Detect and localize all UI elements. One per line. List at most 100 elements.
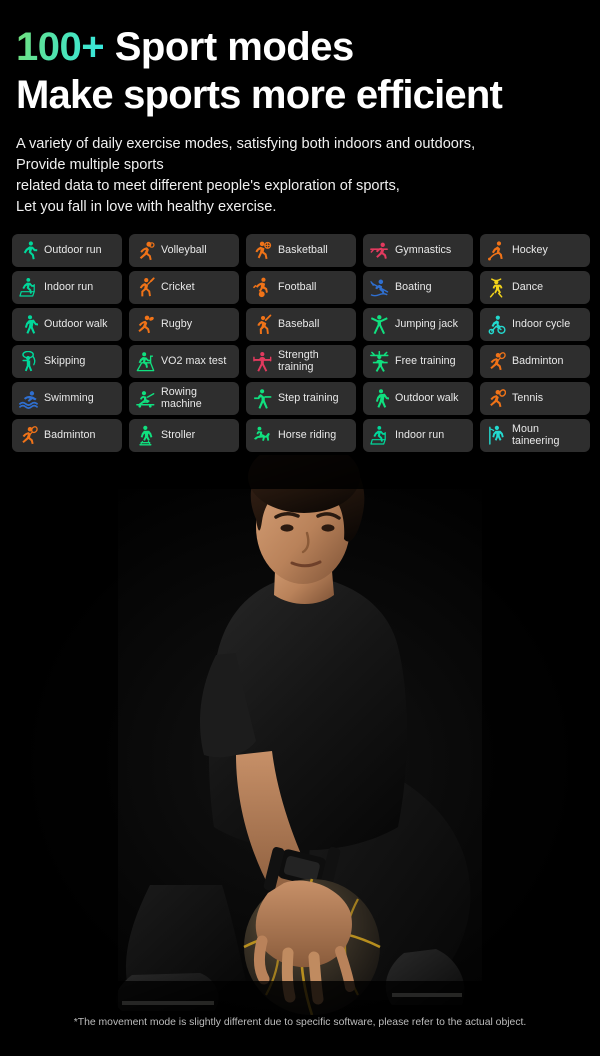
sport-mode-cell[interactable]: Indoor cycle	[480, 308, 590, 341]
walking-icon	[370, 388, 389, 409]
page-title: 100+ Sport modes	[16, 22, 586, 72]
strength-icon	[253, 351, 272, 372]
swimming-icon	[19, 388, 38, 409]
rowing-machine-icon	[136, 388, 155, 409]
cricket-icon	[136, 277, 155, 298]
free-training-icon	[370, 351, 389, 372]
sport-mode-cell[interactable]: Strength training	[246, 345, 356, 378]
sport-mode-cell[interactable]: Dance	[480, 271, 590, 304]
basketball-icon	[253, 240, 272, 261]
sport-mode-cell[interactable]: Badminton	[480, 345, 590, 378]
sport-mode-label: Indoor run	[44, 280, 94, 293]
sport-mode-cell[interactable]: Free training	[363, 345, 473, 378]
badminton-icon	[19, 425, 38, 446]
sport-mode-cell[interactable]: Outdoor walk	[363, 382, 473, 415]
sport-mode-label: Badminton	[44, 428, 96, 441]
indoor-cycle-icon	[487, 314, 506, 335]
sport-mode-label: Boating	[395, 280, 432, 293]
football-icon	[253, 277, 272, 298]
sport-mode-cell[interactable]: Outdoor walk	[12, 308, 122, 341]
sport-mode-label: Basketball	[278, 243, 328, 256]
page-title-rest: Sport modes	[114, 25, 354, 69]
sport-mode-cell[interactable]: Swimming	[12, 382, 122, 415]
step-training-icon	[253, 388, 272, 409]
disclaimer: *The movement mode is slightly different…	[73, 1017, 527, 1028]
sport-mode-cell[interactable]: Football	[246, 271, 356, 304]
sport-mode-label: Outdoor walk	[44, 317, 108, 330]
sport-mode-cell[interactable]: Basketball	[246, 234, 356, 267]
sport-mode-label: Stroller	[161, 428, 196, 441]
sport-mode-cell[interactable]: Badminton	[12, 419, 122, 452]
sport-mode-cell[interactable]: Moun taineering	[480, 419, 590, 452]
sport-mode-cell[interactable]: Skipping	[12, 345, 122, 378]
sport-mode-grid: Outdoor run Volleyball Basketball Gymnastic…	[12, 234, 590, 452]
sport-mode-label: Moun taineering	[512, 422, 560, 447]
sport-mode-cell[interactable]: Indoor run	[363, 419, 473, 452]
description: A variety of daily exercise modes, satis…	[16, 134, 586, 218]
sport-mode-label: Tennis	[512, 391, 544, 404]
sport-mode-cell[interactable]: Baseball	[246, 308, 356, 341]
rugby-icon	[136, 314, 155, 335]
vo2-max-icon	[136, 351, 155, 372]
volleyball-icon	[136, 240, 155, 261]
sport-mode-label: Indoor run	[395, 428, 445, 441]
sport-mode-cell[interactable]: Rugby	[129, 308, 239, 341]
sport-mode-label: Step training	[278, 391, 339, 404]
sport-mode-cell[interactable]: Indoor run	[12, 271, 122, 304]
sport-mode-label: Strength training	[278, 348, 319, 373]
sport-mode-label: Indoor cycle	[512, 317, 571, 330]
boating-icon	[370, 277, 389, 298]
sport-mode-cell[interactable]: Tennis	[480, 382, 590, 415]
sport-mode-cell[interactable]: Volleyball	[129, 234, 239, 267]
sport-mode-label: Horse riding	[278, 428, 337, 441]
sport-mode-label: Cricket	[161, 280, 195, 293]
walking-icon	[19, 314, 38, 335]
mountaineering-icon	[487, 425, 506, 446]
sport-mode-label: Badminton	[512, 354, 564, 367]
tennis-icon	[487, 388, 506, 409]
mode-count-highlight: 100+	[16, 25, 105, 69]
sport-mode-cell[interactable]: Outdoor run	[12, 234, 122, 267]
sport-mode-label: Dance	[512, 280, 544, 293]
stroller-walk-icon	[136, 425, 155, 446]
sport-mode-label: Baseball	[278, 317, 320, 330]
sport-mode-label: Swimming	[44, 391, 94, 404]
sport-modes-page: 100+ Sport modes Make sports more effici…	[0, 0, 600, 1056]
sport-mode-label: Free training	[395, 354, 456, 367]
dance-icon	[487, 277, 506, 298]
description-line-1: A variety of daily exercise modes, satis…	[16, 136, 476, 152]
description-line-2: Provide multiple sports	[16, 157, 164, 173]
sport-mode-cell[interactable]: Cricket	[129, 271, 239, 304]
description-line-4: Let you fall in love with healthy exerci…	[16, 199, 277, 215]
sport-mode-label: Outdoor run	[44, 243, 102, 256]
treadmill-icon	[19, 277, 38, 298]
sport-mode-cell[interactable]: Gymnastics	[363, 234, 473, 267]
athlete-photo	[0, 455, 600, 1015]
sport-mode-cell[interactable]: Rowing machine	[129, 382, 239, 415]
skipping-rope-icon	[19, 351, 38, 372]
sport-mode-cell[interactable]: Hockey	[480, 234, 590, 267]
description-line-3: related data to meet different people's …	[16, 178, 400, 194]
sport-mode-label: Rowing machine	[161, 385, 202, 410]
sport-mode-cell[interactable]: Horse riding	[246, 419, 356, 452]
sport-mode-cell[interactable]: VO2 max test	[129, 345, 239, 378]
sport-mode-cell[interactable]: Step training	[246, 382, 356, 415]
sport-mode-label: Jumping jack	[395, 317, 458, 330]
sport-mode-cell[interactable]: Boating	[363, 271, 473, 304]
page-subtitle: Make sports more efficient	[16, 73, 503, 117]
sport-mode-label: Outdoor walk	[395, 391, 459, 404]
header: 100+ Sport modes Make sports more effici…	[0, 0, 600, 218]
sport-mode-cell[interactable]: Stroller	[129, 419, 239, 452]
horse-riding-icon	[253, 425, 272, 446]
running-icon	[19, 240, 38, 261]
sport-mode-label: Volleyball	[161, 243, 207, 256]
hockey-icon	[487, 240, 506, 261]
sport-mode-label: Hockey	[512, 243, 548, 256]
sport-mode-label: Rugby	[161, 317, 193, 330]
baseball-icon	[253, 314, 272, 335]
sport-mode-cell[interactable]: Jumping jack	[363, 308, 473, 341]
jumping-jack-icon	[370, 314, 389, 335]
treadmill-icon	[370, 425, 389, 446]
sport-mode-label: Skipping	[44, 354, 86, 367]
gymnastics-icon	[370, 240, 389, 261]
